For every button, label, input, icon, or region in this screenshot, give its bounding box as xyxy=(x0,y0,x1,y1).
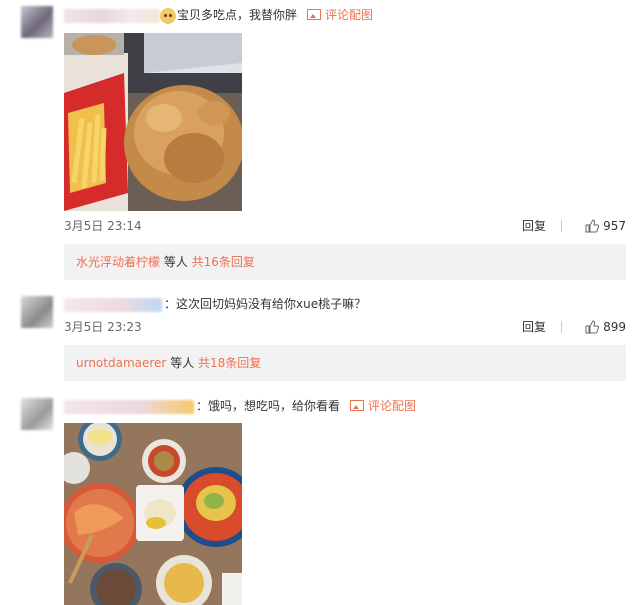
colon: ： xyxy=(196,399,209,413)
comment-text: 这次回切妈妈没有给你xue桃子嘛？ xyxy=(176,297,367,311)
sub-reply-mid: 等人 xyxy=(166,356,199,370)
comment-photo-noodles[interactable] xyxy=(64,423,242,605)
comment-text: 宝贝多吃点，我替你胖 xyxy=(177,8,298,22)
image-icon xyxy=(350,400,365,411)
comment-meta: 3月5日 23:14 回复 957 xyxy=(64,217,626,235)
pic-link-label: 评论配图 xyxy=(368,399,417,413)
comment-image-link[interactable]: 评论配图 xyxy=(307,8,373,22)
sub-replies-box[interactable]: urnotdamaerer 等人 共18条回复 xyxy=(64,345,626,381)
username-blurred[interactable] xyxy=(64,8,160,23)
like-count: 899 xyxy=(603,320,626,334)
sub-reply-mid: 等人 xyxy=(160,255,192,269)
thumbs-up-icon xyxy=(585,218,600,232)
like-button[interactable]: 899 xyxy=(585,318,626,336)
like-count: 957 xyxy=(603,219,626,233)
thumbs-up-icon xyxy=(585,319,600,333)
timestamp: 3月5日 23:14 xyxy=(64,219,142,233)
comment-line: ：这次回切妈妈没有给你xue桃子嘛？ xyxy=(64,295,366,313)
user-avatar[interactable] xyxy=(21,296,53,328)
username-blurred[interactable] xyxy=(64,297,162,312)
username-blurred[interactable] xyxy=(64,399,194,414)
sub-reply-total-link[interactable]: 共16条回复 xyxy=(192,255,255,269)
comment-line: ：饿吗，想吃吗，给你看看 评论配图 xyxy=(64,397,416,415)
user-avatar[interactable] xyxy=(21,6,53,38)
comment-line: 宝贝多吃点，我替你胖 评论配图 xyxy=(64,6,373,24)
comment-image-link[interactable]: 评论配图 xyxy=(350,399,416,413)
sub-replies-box[interactable]: 水光浮动着柠檬 等人 共16条回复 xyxy=(64,244,626,280)
comment-photo-fried-chicken[interactable] xyxy=(64,33,242,211)
comment-text: 饿吗，想吃吗，给你看看 xyxy=(208,399,341,413)
comment-meta: 3月5日 23:23 回复 899 xyxy=(64,318,626,336)
sub-reply-user[interactable]: 水光浮动着柠檬 xyxy=(76,255,160,269)
image-icon xyxy=(307,9,322,20)
like-button[interactable]: 957 xyxy=(585,217,626,235)
reply-button[interactable]: 回复 xyxy=(522,318,546,336)
reply-button[interactable]: 回复 xyxy=(522,217,546,235)
doge-emoji-icon xyxy=(160,7,176,24)
timestamp: 3月5日 23:23 xyxy=(64,320,142,334)
user-avatar[interactable] xyxy=(21,398,53,430)
pic-link-label: 评论配图 xyxy=(325,8,374,22)
divider xyxy=(561,220,562,232)
colon: ： xyxy=(164,297,177,311)
divider xyxy=(561,321,562,333)
sub-reply-user[interactable]: urnotdamaerer xyxy=(76,356,166,370)
sub-reply-total-link[interactable]: 共18条回复 xyxy=(198,356,261,370)
